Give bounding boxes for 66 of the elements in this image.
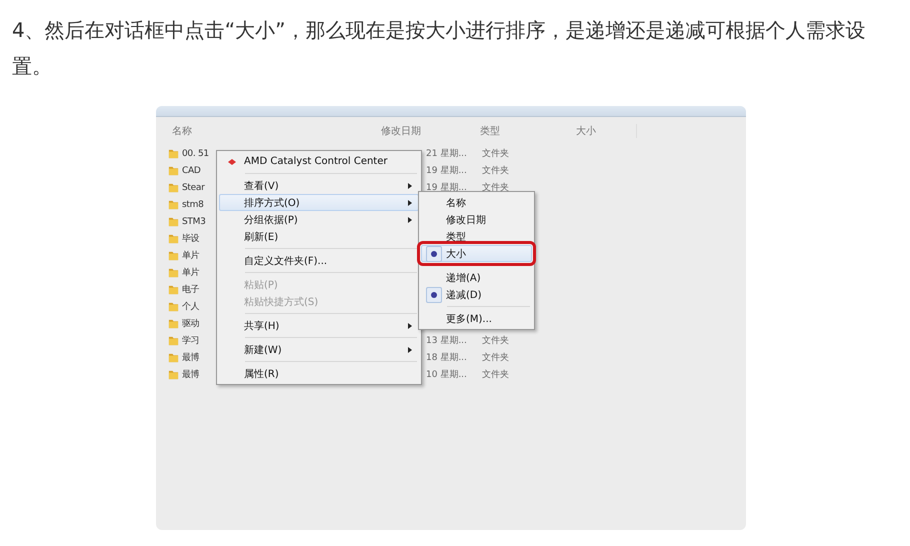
- file-name[interactable]: CAD: [182, 166, 200, 176]
- column-header[interactable]: 大小: [576, 124, 637, 138]
- column-header[interactable]: 类型: [480, 124, 576, 138]
- file-name[interactable]: stm8: [182, 200, 204, 210]
- file-type: 文件夹: [482, 336, 509, 346]
- file-name[interactable]: 单片: [182, 249, 200, 262]
- menu-item[interactable]: 名称: [421, 194, 532, 211]
- menu-item[interactable]: 自定义文件夹(F)...: [219, 252, 419, 269]
- file-name[interactable]: STM3: [182, 216, 206, 226]
- menu-item[interactable]: 属性(R): [219, 365, 419, 382]
- file-type: 文件夹: [482, 353, 509, 363]
- submenu-arrow-icon: [408, 200, 412, 206]
- menu-item[interactable]: 共享(H): [219, 317, 419, 334]
- file-type: 文件夹: [482, 370, 509, 380]
- file-name[interactable]: 最博: [182, 368, 200, 381]
- column-header[interactable]: 修改日期: [381, 124, 480, 138]
- folder-icon: [168, 335, 179, 346]
- modified-date: 13 星期...: [426, 336, 467, 346]
- file-name[interactable]: 毕设: [182, 232, 200, 245]
- folder-icon: [168, 182, 179, 193]
- file-name[interactable]: 电子: [182, 283, 200, 296]
- app-icon: [227, 156, 237, 166]
- folder-icon: [168, 216, 179, 227]
- menu-item[interactable]: 修改日期: [421, 211, 532, 228]
- folder-icon: [168, 199, 179, 210]
- modified-date: 19 星期...: [426, 183, 467, 193]
- file-name[interactable]: 最博: [182, 351, 200, 364]
- menu-item[interactable]: 刷新(E): [219, 228, 419, 245]
- instruction-paragraph: 4、然后在对话框中点击“大小”，那么现在是按大小进行排序，是递增还是递减可根据个人需求设置。: [12, 17, 866, 80]
- folder-icon: [168, 165, 179, 176]
- file-name[interactable]: 00. 51: [182, 148, 209, 158]
- modified-date: 10 星期...: [426, 370, 467, 380]
- modified-date: 21 星期...: [426, 149, 467, 159]
- file-name[interactable]: 单片: [182, 266, 200, 279]
- folder-icon: [168, 301, 179, 312]
- menu-item[interactable]: 新建(W): [219, 341, 419, 358]
- menu-item[interactable]: 递增(A): [421, 269, 532, 286]
- folder-icon: [168, 352, 179, 363]
- file-type: 文件夹: [482, 166, 509, 176]
- file-name[interactable]: 学习: [182, 334, 200, 347]
- modified-date: 19 星期...: [426, 166, 467, 176]
- file-name[interactable]: 驱动: [182, 317, 200, 330]
- folder-icon: [168, 148, 179, 159]
- folder-icon: [168, 233, 179, 244]
- file-name[interactable]: 个人: [182, 300, 200, 313]
- menu-item[interactable]: AMD Catalyst Control Center: [219, 153, 419, 170]
- file-type: 文件夹: [482, 149, 509, 159]
- menu-item[interactable]: 分组依据(P): [219, 211, 419, 228]
- menu-item[interactable]: 递减(D): [421, 286, 532, 303]
- submenu-arrow-icon: [408, 322, 412, 328]
- submenu-arrow-icon: [408, 216, 412, 222]
- submenu-arrow-icon: [408, 182, 412, 188]
- folder-icon: [168, 369, 179, 380]
- modified-date: 18 星期...: [426, 353, 467, 363]
- file-name[interactable]: Stear: [182, 182, 204, 192]
- menu-item[interactable]: 更多(M)...: [421, 310, 532, 327]
- folder-icon: [168, 267, 179, 278]
- column-header[interactable]: 名称: [172, 124, 381, 138]
- menu-item[interactable]: 类型: [421, 228, 532, 245]
- file-type: 文件夹: [482, 183, 509, 193]
- menu-item[interactable]: 查看(V): [219, 177, 419, 194]
- submenu-arrow-icon: [408, 346, 412, 352]
- menu-item[interactable]: 排序方式(O): [219, 194, 419, 211]
- folder-icon: [168, 250, 179, 261]
- folder-icon: [168, 318, 179, 329]
- folder-icon: [168, 284, 179, 295]
